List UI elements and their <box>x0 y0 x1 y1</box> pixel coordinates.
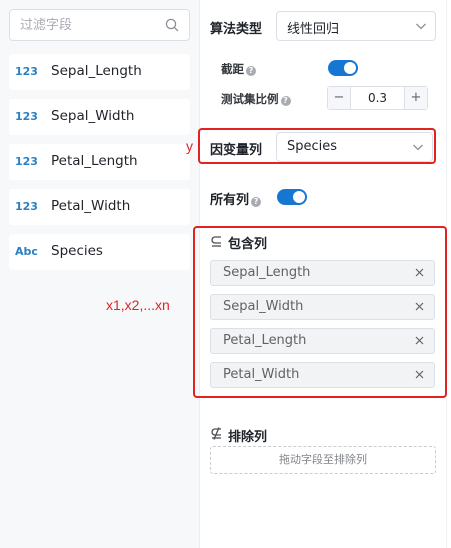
algorithm-type-label: 算法类型 <box>210 22 263 37</box>
x-annotation-label: x1,x2,...xn <box>106 297 170 313</box>
decrement-button[interactable]: − <box>328 87 351 109</box>
all-columns-label: 所有列? <box>210 189 262 208</box>
numeric-type-badge: 123 <box>15 65 38 78</box>
features-annotation-box <box>193 226 447 398</box>
field-name: Sepal_Width <box>51 108 135 124</box>
field-item-petal-width[interactable]: 123 Petal_Width <box>9 189 190 225</box>
y-annotation-label: y <box>186 138 193 154</box>
info-icon[interactable]: ? <box>246 66 256 76</box>
test-ratio-label: 测试集比例? <box>221 91 291 107</box>
search-icon[interactable] <box>165 18 179 32</box>
text-type-badge: Abc <box>15 245 38 258</box>
test-ratio-stepper[interactable]: − 0.3 + <box>327 86 428 110</box>
target-annotation-box <box>198 128 436 164</box>
field-item-sepal-length[interactable]: 123 Sepal_Length <box>9 54 190 90</box>
intercept-toggle[interactable] <box>328 60 358 76</box>
not-subset-icon <box>211 427 221 440</box>
field-item-species[interactable]: Abc Species <box>9 234 190 270</box>
field-item-sepal-width[interactable]: 123 Sepal_Width <box>9 99 190 135</box>
all-columns-label-text: 所有列 <box>210 193 250 208</box>
field-search-input[interactable] <box>20 16 160 34</box>
field-name: Sepal_Length <box>51 63 142 79</box>
increment-button[interactable]: + <box>404 87 427 109</box>
info-icon[interactable]: ? <box>280 96 291 106</box>
info-icon[interactable]: ? <box>251 197 262 207</box>
field-search-box[interactable] <box>9 9 190 41</box>
exclude-columns-label: 排除列 <box>228 430 268 445</box>
test-ratio-label-text: 测试集比例 <box>221 92 279 106</box>
chevron-down-icon <box>416 23 426 30</box>
field-list-panel: 123 Sepal_Length 123 Sepal_Width 123 Pet… <box>0 0 200 548</box>
field-name: Species <box>51 243 103 259</box>
algorithm-type-value: 线性回归 <box>287 22 340 37</box>
test-ratio-value[interactable]: 0.3 <box>351 91 404 105</box>
field-name: Petal_Length <box>51 153 138 169</box>
numeric-type-badge: 123 <box>15 200 38 213</box>
exclude-drop-zone[interactable]: 拖动字段至排除列 <box>210 446 436 474</box>
all-columns-toggle[interactable] <box>277 189 307 205</box>
intercept-label: 截距? <box>221 61 256 77</box>
numeric-type-badge: 123 <box>15 155 38 168</box>
intercept-label-text: 截距 <box>221 62 244 76</box>
algorithm-type-select[interactable]: 线性回归 <box>276 11 436 41</box>
field-item-petal-length[interactable]: 123 Petal_Length <box>9 144 190 180</box>
numeric-type-badge: 123 <box>15 110 38 123</box>
field-name: Petal_Width <box>51 198 131 214</box>
